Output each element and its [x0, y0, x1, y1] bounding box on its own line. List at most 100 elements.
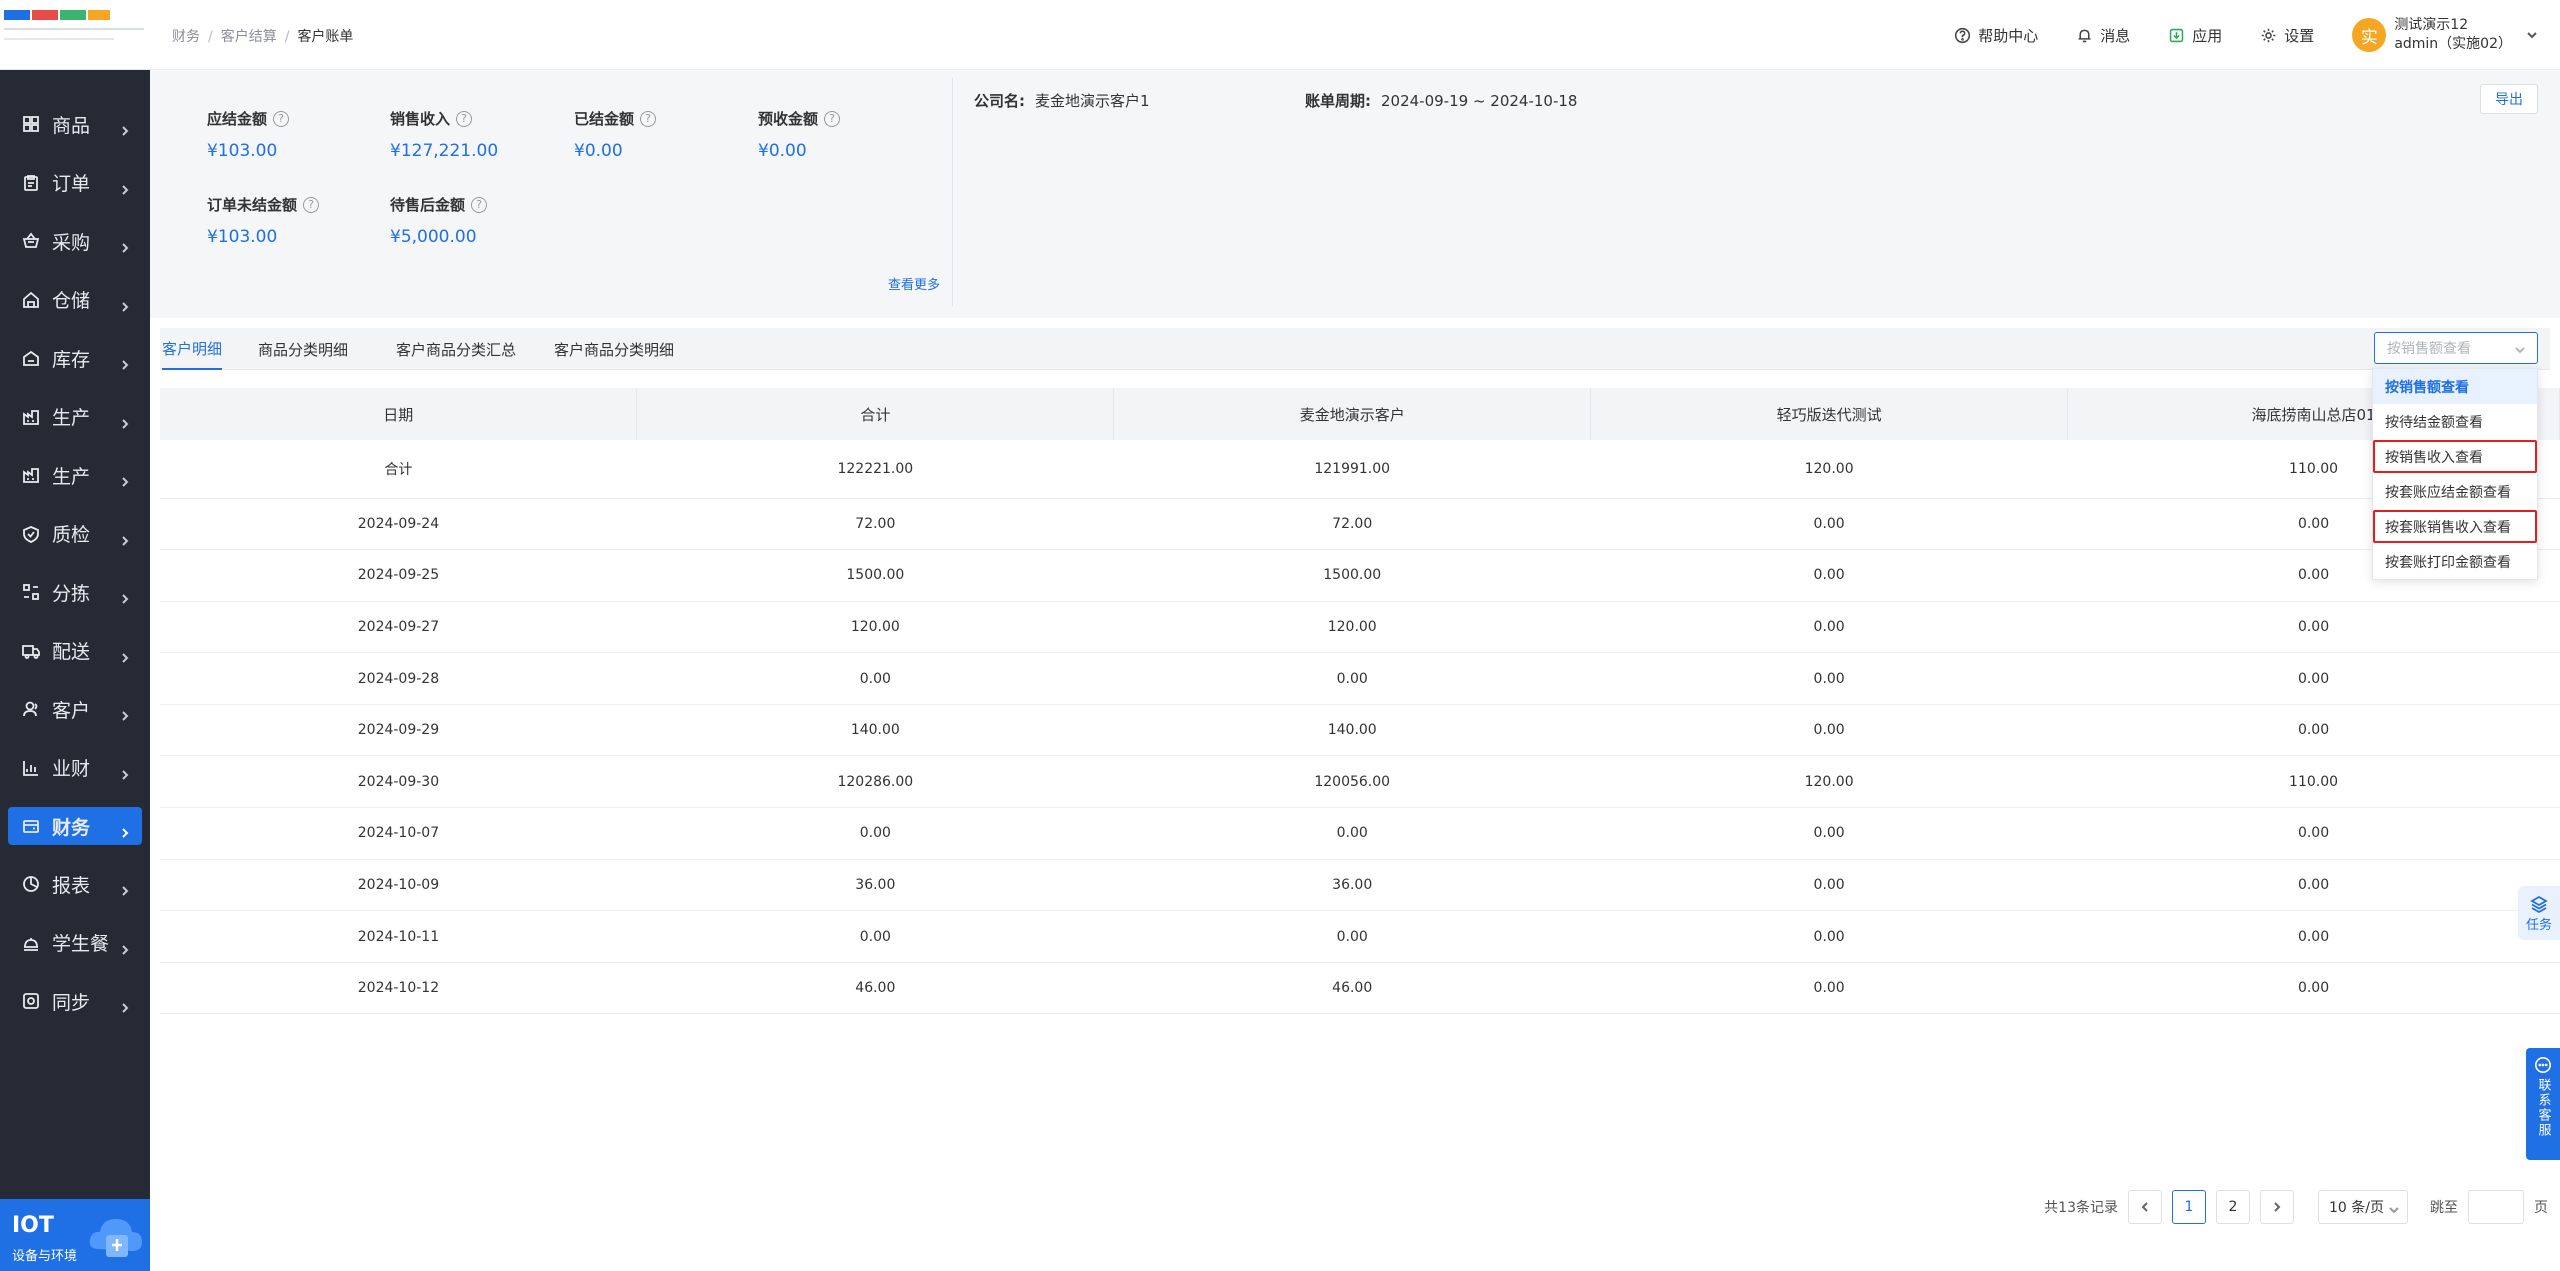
metric-value: ¥103.00	[207, 227, 278, 247]
export-button[interactable]: 导出	[2480, 84, 2538, 114]
tab-customer-category-detail[interactable]: 客户商品分类明细	[554, 328, 674, 370]
jump-label: 跳至	[2430, 1200, 2458, 1216]
table-cell: 46.00	[1113, 962, 1591, 1015]
question-icon[interactable]: ?	[640, 110, 657, 127]
page-2-button[interactable]: 2	[2216, 1190, 2250, 1224]
messages-button[interactable]: 消息	[2076, 25, 2130, 46]
view-mode-select[interactable]: 按销售额查看	[2374, 332, 2538, 364]
tab-customer-detail[interactable]: 客户明细	[162, 328, 223, 370]
metric-value: ¥127,221.00	[390, 141, 499, 161]
question-icon[interactable]: ?	[303, 196, 320, 213]
dropdown-option[interactable]: 按套账应结金额查看	[2373, 474, 2537, 509]
sidebar-item-label: 生产	[52, 407, 91, 430]
table-cell: 2024-09-25	[160, 549, 637, 602]
sidebar-item-0[interactable]: 商品	[0, 95, 150, 154]
divider	[952, 78, 953, 306]
sidebar-item-12[interactable]: 财务	[8, 807, 142, 845]
sidebar-item-11[interactable]: 业财	[0, 739, 150, 798]
bell-icon	[2078, 29, 2091, 42]
table-cell: 110.00	[2067, 755, 2560, 809]
dropdown-option[interactable]: 按待结金额查看	[2373, 404, 2537, 439]
sidebar-item-13[interactable]: 报表	[0, 855, 150, 914]
question-icon[interactable]: ?	[456, 110, 473, 127]
sidebar-item-15[interactable]: 同步	[0, 972, 150, 1031]
logo-mark	[88, 10, 110, 20]
breadcrumb-item[interactable]: 客户结算	[221, 29, 277, 45]
question-icon[interactable]: ?	[471, 196, 488, 213]
chevron-right-icon	[120, 879, 130, 896]
logo[interactable]	[0, 0, 150, 70]
jump-page-input[interactable]	[2468, 1190, 2524, 1224]
question-icon[interactable]: ?	[824, 110, 841, 127]
table-cell: 0.00	[1590, 910, 2068, 963]
layers-icon	[2530, 895, 2548, 913]
select-placeholder: 按销售额查看	[2387, 341, 2471, 357]
help-center-button[interactable]: 帮助中心	[1954, 25, 2038, 46]
table-row: 2024-09-25 1500.00 1500.00 0.00 0.00	[160, 549, 2560, 602]
pagination: 共13条记录 1 2 10 条/页 跳至 页	[2044, 1190, 2548, 1224]
sidebar-item-8[interactable]: 分拣	[0, 563, 150, 622]
sidebar-item-9[interactable]: 配送	[0, 622, 150, 681]
question-icon[interactable]: ?	[273, 110, 290, 127]
metric-value: ¥5,000.00	[390, 227, 477, 247]
table-cell: 0.00	[2067, 652, 2560, 705]
factory-icon	[22, 466, 40, 484]
iot-subtitle: 设备与环境	[12, 1249, 78, 1264]
logo-line	[4, 38, 114, 40]
sidebar-item-6[interactable]: 生产	[0, 446, 150, 505]
customer-service-label: 联系客服	[2535, 1078, 2551, 1138]
iot-title: IOT	[12, 1213, 54, 1238]
chevron-right-icon	[120, 938, 130, 955]
customer-service-button[interactable]: 联系客服	[2526, 1048, 2560, 1160]
app-icon	[2170, 28, 2184, 42]
dropdown-option[interactable]: 按套账销售收入查看	[2373, 509, 2537, 544]
metric-label: 销售收入	[390, 110, 451, 128]
tab-category-detail[interactable]: 商品分类明细	[258, 328, 348, 370]
sidebar-item-1[interactable]: 订单	[0, 154, 150, 213]
apps-button[interactable]: 应用	[2168, 25, 2222, 46]
sidebar-item-5[interactable]: 生产	[0, 388, 150, 447]
page-1-button[interactable]: 1	[2172, 1190, 2206, 1224]
next-page-button[interactable]	[2260, 1190, 2294, 1224]
sidebar-item-14[interactable]: 学生餐	[0, 914, 150, 973]
sidebar-item-label: 配送	[52, 641, 91, 664]
prev-page-button[interactable]	[2128, 1190, 2162, 1224]
dropdown-option[interactable]: 按销售收入查看	[2373, 439, 2537, 474]
view-more-link[interactable]: 查看更多	[888, 274, 940, 293]
sidebar-item-label: 生产	[52, 465, 91, 488]
table-cell: 120.00	[636, 601, 1114, 654]
table-cell: 0.00	[1590, 807, 2068, 860]
chevron-down-icon	[2389, 1203, 2399, 1214]
breadcrumb-item[interactable]: 财务	[172, 29, 200, 45]
stock-icon	[22, 349, 40, 367]
sidebar-item-label: 库存	[52, 348, 91, 371]
chevron-down-icon	[2526, 29, 2538, 41]
settings-button[interactable]: 设置	[2260, 25, 2314, 46]
page-size-select[interactable]: 10 条/页	[2318, 1190, 2408, 1224]
sidebar-item-7[interactable]: 质检	[0, 505, 150, 564]
table-cell: 140.00	[1113, 704, 1591, 757]
factory-icon	[22, 408, 40, 426]
tab-customer-category-summary[interactable]: 客户商品分类汇总	[396, 328, 516, 370]
sidebar-item-3[interactable]: 仓储	[0, 271, 150, 330]
iot-panel[interactable]: IOT 设备与环境	[0, 1199, 150, 1271]
task-button[interactable]: 任务	[2518, 886, 2560, 940]
chevron-right-icon	[120, 295, 130, 312]
table-cell: 0.00	[2067, 704, 2560, 757]
grid-icon	[22, 115, 40, 133]
sidebar-item-10[interactable]: 客户	[0, 680, 150, 739]
dropdown-option[interactable]: 按销售额查看	[2373, 369, 2537, 404]
table-cell: 36.00	[1113, 859, 1591, 912]
column-header: 轻巧版迭代测试	[1590, 388, 2069, 440]
sidebar-item-2[interactable]: 采购	[0, 212, 150, 271]
user-menu[interactable]: 实 测试演示12 admin（实施02）	[2352, 16, 2538, 54]
sync-icon	[22, 992, 40, 1010]
metric-label: 订单未结金额	[207, 196, 298, 214]
dropdown-option[interactable]: 按套账打印金额查看	[2373, 544, 2537, 579]
warehouse-icon	[22, 291, 40, 309]
sidebar-item-label: 财务	[52, 816, 91, 839]
sidebar-item-4[interactable]: 库存	[0, 329, 150, 388]
chevron-right-icon	[120, 470, 130, 487]
column-header: 合计	[636, 388, 1115, 440]
table-cell: 2024-10-09	[160, 859, 637, 912]
